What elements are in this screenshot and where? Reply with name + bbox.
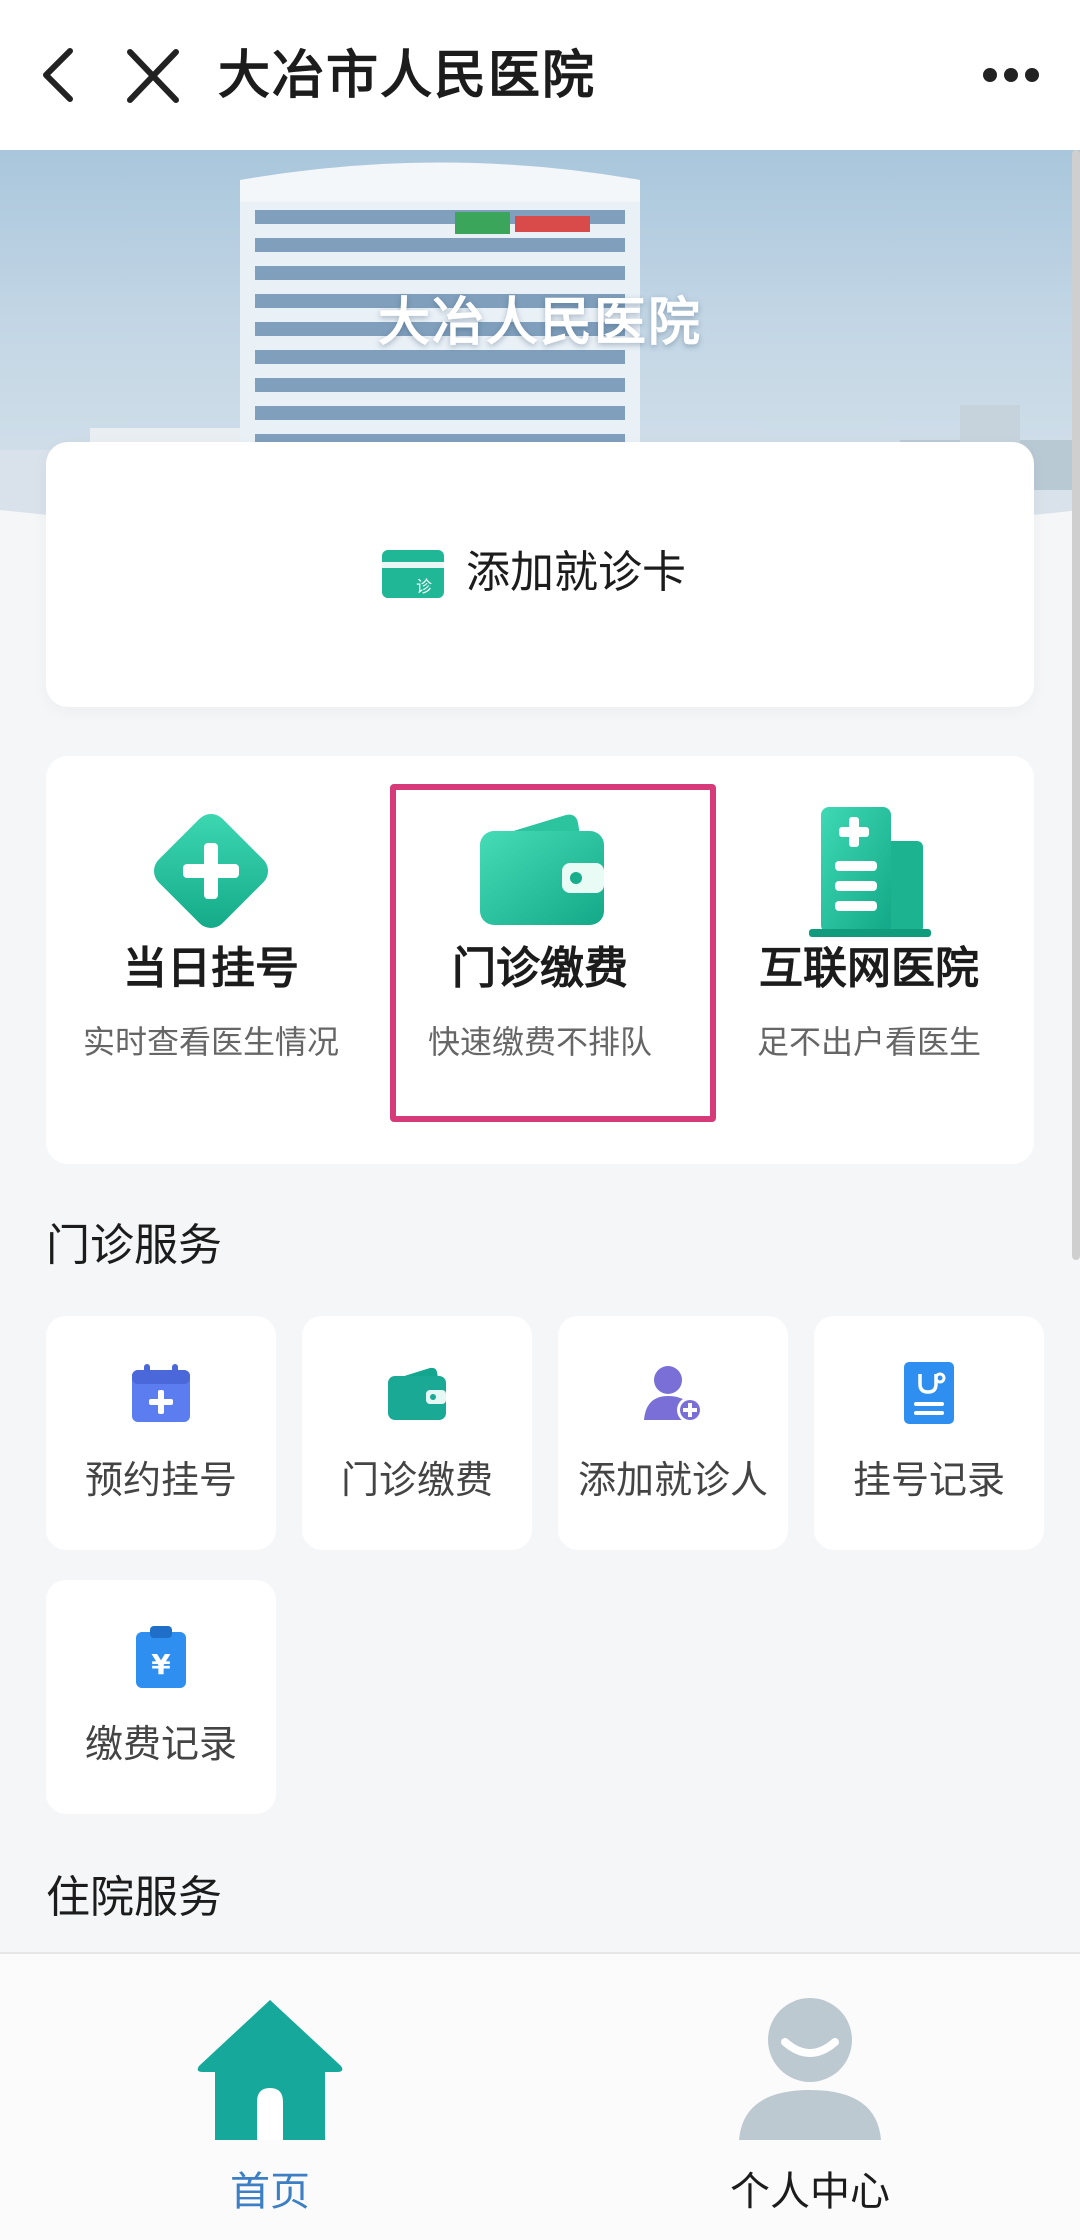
medical-record-icon [896,1360,962,1426]
service-label: 门诊缴费 [340,1458,493,1502]
service-label: 缴费记录 [84,1722,237,1766]
page-title: 大冶市人民医院 [218,46,597,106]
scrollbar[interactable] [1072,150,1080,1260]
page: 大冶市人民医院 大冶人民医院 诊 添加就诊卡 当日挂号 实时查看医生情况 门诊缴… [0,0,1080,2240]
more-dots-icon[interactable] [982,60,1040,90]
quick-item-title: 互联网医院 [759,943,979,994]
nav-home-label: 首页 [230,2169,310,2215]
home-icon [195,1994,345,2148]
nav-home[interactable]: 首页 [0,1954,540,2240]
quick-item-subtitle: 实时查看医生情况 [82,1023,339,1061]
quick-same-day-registration[interactable]: 当日挂号 实时查看医生情况 [46,756,376,1164]
quick-item-subtitle: 足不出户看医生 [756,1023,981,1061]
highlight-frame [390,784,716,1122]
add-person-icon [640,1360,706,1426]
service-outpatient-payment[interactable]: 门诊缴费 [302,1316,532,1550]
quick-internet-hospital[interactable]: 互联网医院 足不出户看医生 [704,756,1034,1164]
nav-personal-center[interactable]: 个人中心 [540,1954,1080,2240]
add-visit-card-button[interactable]: 诊 添加就诊卡 [46,442,1034,707]
top-bar: 大冶市人民医院 [0,0,1080,150]
hospital-building-icon [799,801,939,945]
outpatient-section-title: 门诊服务 [46,1220,222,1271]
visit-card-icon: 诊 [382,550,444,598]
service-label: 添加就诊人 [577,1458,768,1502]
service-payment-records[interactable]: ¥ 缴费记录 [46,1580,276,1814]
payment-record-icon: ¥ [128,1624,194,1690]
plus-diamond-icon [141,801,281,945]
close-icon[interactable] [124,48,182,104]
wallet-icon [384,1360,450,1426]
service-add-patient[interactable]: 添加就诊人 [558,1316,788,1550]
calendar-plus-icon [128,1360,194,1426]
banner-title: 大冶人民医院 [377,293,702,353]
bottom-nav: 首页 个人中心 [0,1952,1080,2240]
inpatient-section-title: 住院服务 [46,1872,222,1923]
svg-text:¥: ¥ [151,1648,171,1681]
quick-item-title: 当日挂号 [123,943,299,994]
service-appointment-registration[interactable]: 预约挂号 [46,1316,276,1550]
service-label: 预约挂号 [84,1458,237,1502]
add-visit-card-label: 添加就诊卡 [466,547,686,598]
service-registration-records[interactable]: 挂号记录 [814,1316,1044,1550]
nav-personal-center-label: 个人中心 [730,2169,890,2215]
user-avatar-icon [735,1994,885,2148]
chevron-left-icon[interactable] [36,45,80,105]
service-label: 挂号记录 [852,1458,1005,1502]
visit-card-icon-text: 诊 [416,577,432,596]
